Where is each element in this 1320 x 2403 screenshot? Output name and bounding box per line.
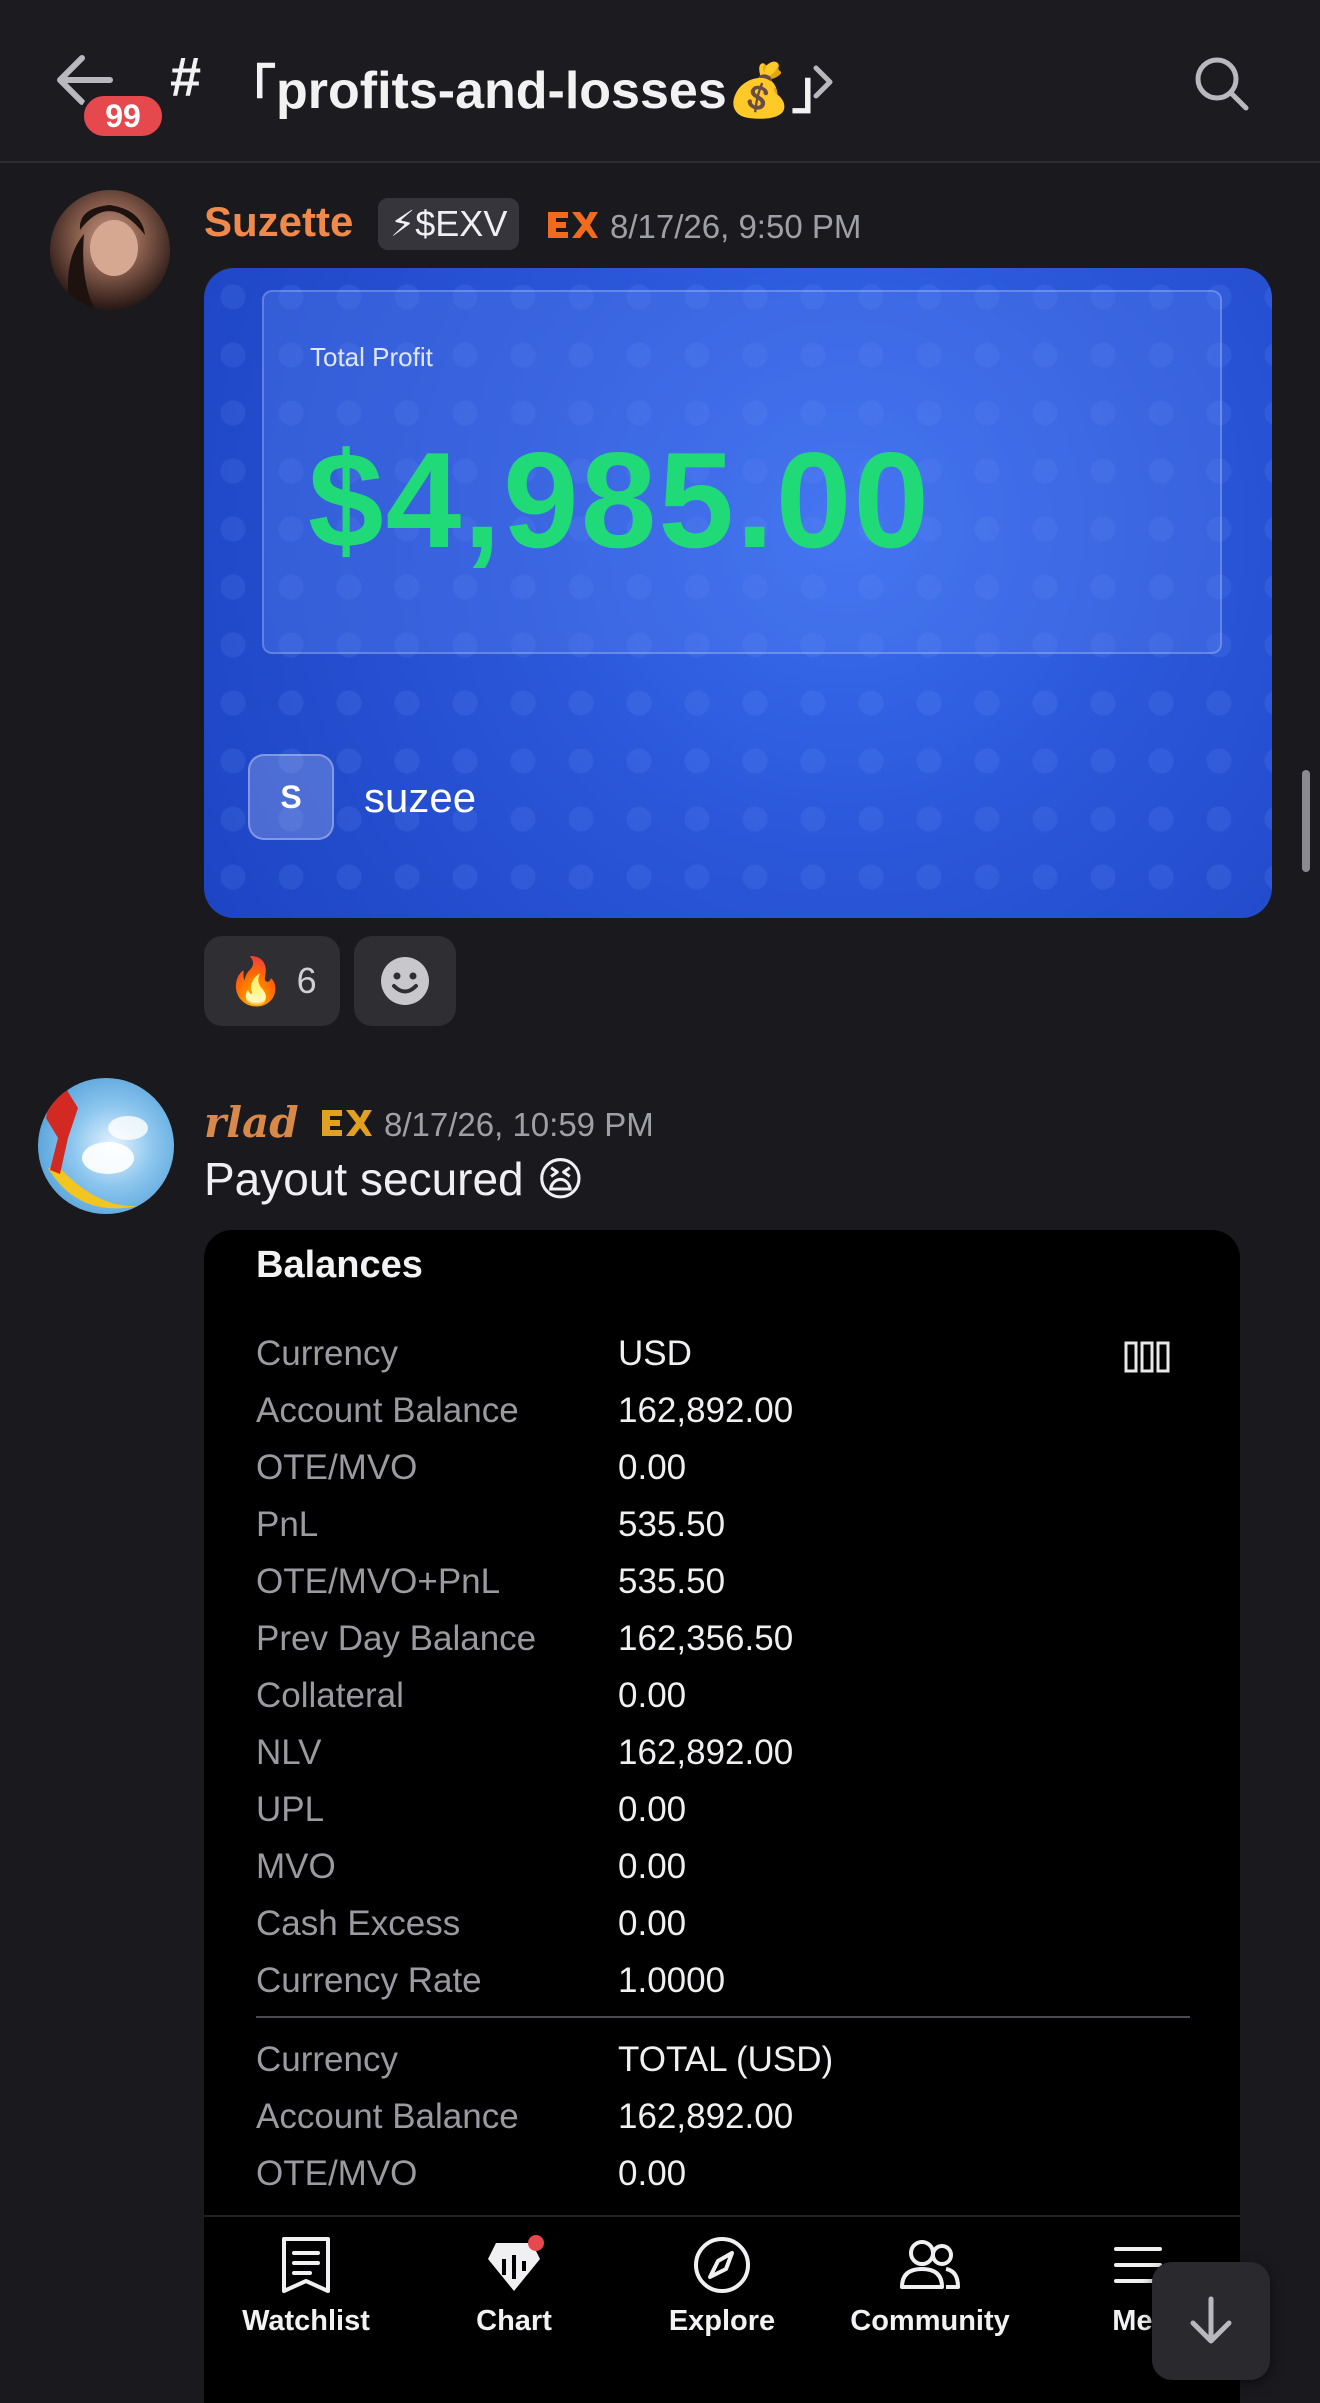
fire-emoji: 🔥 bbox=[227, 954, 285, 1007]
chart-icon bbox=[488, 2235, 544, 2291]
jump-to-bottom-button[interactable] bbox=[1152, 2262, 1270, 2380]
avatar[interactable] bbox=[50, 190, 170, 310]
nav-label: Explore bbox=[668, 2305, 776, 2337]
row-value: 1.0000 bbox=[618, 1961, 726, 2000]
scrollbar[interactable] bbox=[1302, 770, 1310, 872]
arrow-down-icon bbox=[1190, 2296, 1232, 2344]
reaction-fire[interactable]: 🔥 6 bbox=[204, 936, 340, 1026]
balance-row: Currency USD bbox=[256, 1334, 1156, 1390]
channel-title[interactable]: 「profits-and-losses💰」 bbox=[224, 48, 843, 123]
ex-badge-icon bbox=[320, 1108, 372, 1143]
row-label: Prev Day Balance bbox=[256, 1619, 537, 1658]
balance-row: Prev Day Balance 162,356.50 bbox=[256, 1619, 1156, 1675]
unread-badge: 99 bbox=[80, 92, 166, 140]
row-value: 535.50 bbox=[618, 1505, 726, 1544]
nav-explore[interactable]: Explore bbox=[632, 2235, 812, 2355]
avatar[interactable] bbox=[38, 1078, 174, 1214]
community-icon bbox=[900, 2240, 960, 2289]
balance-row: Collateral 0.00 bbox=[256, 1676, 1156, 1732]
username[interactable]: rlad bbox=[204, 1098, 299, 1147]
balance-row: OTE/MVO+PnL 535.50 bbox=[256, 1562, 1156, 1618]
reaction-count: 6 bbox=[296, 960, 317, 1001]
profit-amount: $4,985.00 bbox=[308, 424, 932, 576]
row-value: 0.00 bbox=[618, 1676, 687, 1715]
row-label: OTE/MVO bbox=[256, 1448, 418, 1487]
channel-header: 99 # 「profits-and-losses💰」 bbox=[0, 0, 1320, 163]
balance-row: OTE/MVO 0.00 bbox=[256, 1448, 1156, 1504]
card-user-name: suzee bbox=[364, 774, 477, 821]
row-label: OTE/MVO+PnL bbox=[256, 1562, 501, 1601]
row-value: 0.00 bbox=[618, 2154, 687, 2193]
profit-panel: Total Profit $4,985.00 bbox=[262, 290, 1222, 654]
ex-badge-icon bbox=[546, 210, 598, 245]
balance-row: NLV 162,892.00 bbox=[256, 1733, 1156, 1789]
row-label: PnL bbox=[256, 1505, 319, 1544]
message-text: Payout secured 😫 bbox=[204, 1153, 585, 1205]
search-icon bbox=[1195, 57, 1249, 111]
nav-community[interactable]: Community bbox=[840, 2235, 1020, 2355]
balance-row: Currency TOTAL (USD) bbox=[256, 2040, 1156, 2096]
row-value: 0.00 bbox=[618, 1448, 687, 1487]
balances-title: Balances bbox=[256, 1244, 423, 1286]
balance-row: MVO 0.00 bbox=[256, 1847, 1156, 1903]
role-tag[interactable]: ⚡$EXV bbox=[378, 198, 520, 250]
watchlist-icon bbox=[282, 2237, 330, 2293]
nav-label: Community bbox=[850, 2305, 1010, 2337]
row-value: 0.00 bbox=[618, 1904, 687, 1943]
nav-label: Watchlist bbox=[242, 2305, 370, 2337]
chevron-right-icon[interactable] bbox=[808, 60, 838, 104]
timestamp: 8/17/26, 10:59 PM bbox=[384, 1106, 654, 1143]
balance-row: OTE/MVO 0.00 bbox=[256, 2154, 1156, 2210]
row-value: 162,356.50 bbox=[618, 1619, 794, 1658]
row-label: Currency Rate bbox=[256, 1961, 482, 2000]
add-reaction-button[interactable] bbox=[354, 936, 456, 1026]
bottom-nav: Watchlist Chart Explore Community Mer bbox=[204, 2215, 1240, 2403]
balance-row: UPL 0.00 bbox=[256, 1790, 1156, 1846]
user-initial-avatar: S bbox=[248, 754, 334, 840]
row-value: USD bbox=[618, 1334, 692, 1373]
section-divider bbox=[256, 2016, 1190, 2018]
search-button[interactable] bbox=[1190, 52, 1254, 116]
row-value: 535.50 bbox=[618, 1562, 726, 1601]
profit-card[interactable]: Total Profit $4,985.00 S suzee bbox=[204, 268, 1272, 918]
nav-chart[interactable]: Chart bbox=[424, 2235, 604, 2355]
row-label: MVO bbox=[256, 1847, 336, 1886]
balance-row: Cash Excess 0.00 bbox=[256, 1904, 1156, 1960]
row-label: UPL bbox=[256, 1790, 325, 1829]
row-label: Currency bbox=[256, 2040, 398, 2079]
row-label: Cash Excess bbox=[256, 1904, 461, 1943]
compass-icon bbox=[694, 2237, 750, 2293]
row-label: Collateral bbox=[256, 1676, 404, 1715]
smiley-icon bbox=[381, 957, 429, 1005]
row-label: NLV bbox=[256, 1733, 322, 1772]
row-label: Currency bbox=[256, 1334, 398, 1373]
timestamp: 8/17/26, 9:50 PM bbox=[610, 208, 862, 245]
row-value: 0.00 bbox=[618, 1790, 687, 1829]
row-value: TOTAL (USD) bbox=[618, 2040, 834, 2079]
row-label: OTE/MVO bbox=[256, 2154, 418, 2193]
row-value: 162,892.00 bbox=[618, 2097, 794, 2136]
profit-label: Total Profit bbox=[310, 342, 433, 372]
row-value: 162,892.00 bbox=[618, 1391, 794, 1430]
balance-row: Currency Rate 1.0000 bbox=[256, 1961, 1156, 2017]
row-value: 0.00 bbox=[618, 1847, 687, 1886]
balance-row: PnL 535.50 bbox=[256, 1505, 1156, 1561]
username[interactable]: Suzette bbox=[204, 198, 353, 246]
channel-hash-icon: # bbox=[170, 45, 202, 108]
row-label: Account Balance bbox=[256, 1391, 519, 1430]
row-value: 162,892.00 bbox=[618, 1733, 794, 1772]
row-label: Account Balance bbox=[256, 2097, 519, 2136]
nav-label: Chart bbox=[476, 2305, 552, 2337]
nav-watchlist[interactable]: Watchlist bbox=[216, 2235, 396, 2355]
balance-row: Account Balance 162,892.00 bbox=[256, 1391, 1156, 1447]
balance-row: Account Balance 162,892.00 bbox=[256, 2097, 1156, 2153]
